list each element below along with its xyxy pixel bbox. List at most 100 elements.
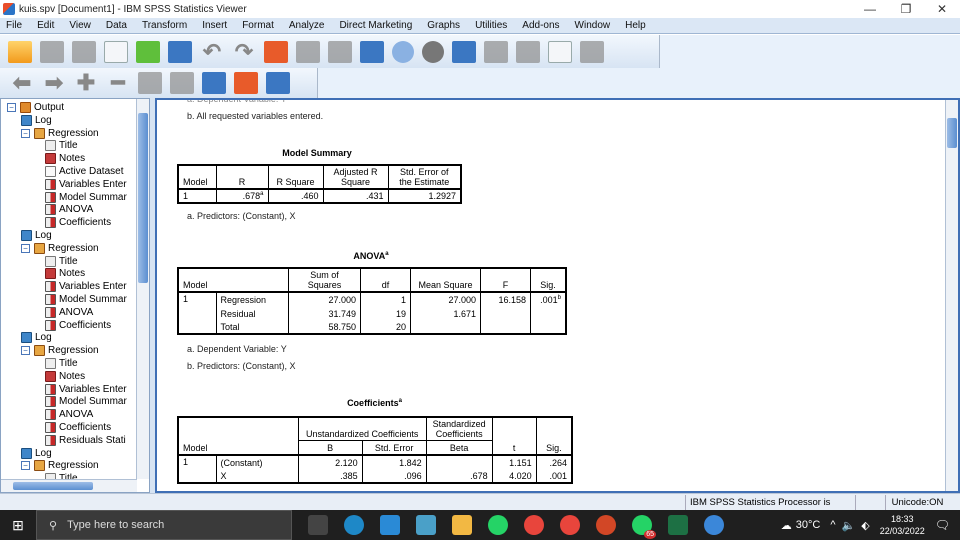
outline-item[interactable]: Variables Enter (45, 383, 127, 396)
outline-item[interactable]: ANOVA (45, 306, 93, 319)
outline-item[interactable]: ANOVA (45, 408, 93, 421)
menu-analyze[interactable]: Analyze (283, 20, 334, 31)
close-button[interactable]: ✕ (924, 0, 960, 18)
outline-item[interactable]: − Regression (21, 127, 99, 140)
scroll-thumb[interactable] (13, 482, 93, 490)
collapse-toggle-icon[interactable]: − (7, 103, 16, 112)
insert-text-icon[interactable] (266, 72, 290, 94)
notification-center-icon[interactable]: 🗨 (935, 518, 950, 532)
minimize-button[interactable]: — (852, 0, 888, 18)
outline-item[interactable]: Title (45, 357, 78, 370)
redo-icon[interactable]: ↷ (232, 40, 256, 63)
outline-item[interactable]: ANOVA (45, 203, 93, 216)
weather-temp[interactable]: 30°C (796, 519, 821, 531)
hide-icon[interactable] (170, 72, 194, 94)
outline-item[interactable]: Variables Enter (45, 280, 127, 293)
taskbar-search[interactable]: ⚲ Type here to search (36, 510, 292, 540)
content-vertical-scrollbar[interactable] (945, 100, 958, 491)
stock-app-icon[interactable] (416, 515, 436, 535)
outline-item[interactable]: Coefficients (45, 319, 111, 332)
outline-item[interactable]: Log (21, 114, 52, 127)
restore-button[interactable]: ❐ (888, 0, 924, 18)
promote-icon[interactable] (484, 40, 508, 63)
clock[interactable]: 18:33 22/03/2022 (880, 513, 925, 537)
outline-item[interactable]: Coefficients (45, 421, 111, 434)
menu-format[interactable]: Format (236, 20, 283, 31)
outline-item[interactable]: Model Summar (45, 395, 127, 408)
menu-window[interactable]: Window (569, 20, 620, 31)
spss-icon[interactable] (704, 515, 724, 535)
windows-start-icon[interactable]: ⊞ (0, 510, 36, 540)
run-script-icon[interactable] (548, 40, 572, 63)
demote-icon[interactable] (516, 40, 540, 63)
menu-add-ons[interactable]: Add-ons (516, 20, 568, 31)
outline-item[interactable]: Notes (45, 370, 85, 383)
forward-icon[interactable]: ➡ (42, 72, 66, 94)
insert-heading-icon[interactable] (202, 72, 226, 94)
save-icon[interactable] (40, 40, 64, 63)
dropbox-icon[interactable]: ⬖ (861, 519, 869, 532)
expand-icon[interactable]: ✚ (74, 72, 98, 94)
outline-vertical-scrollbar[interactable] (136, 99, 149, 479)
menu-graphs[interactable]: Graphs (421, 20, 469, 31)
collapse-toggle-icon[interactable]: − (21, 243, 30, 253)
goto-case-icon[interactable] (296, 40, 320, 63)
outline-item[interactable]: Coefficients (45, 216, 111, 229)
use-sets-icon[interactable] (392, 40, 414, 63)
scroll-thumb[interactable] (138, 113, 148, 283)
weather-icon[interactable]: ☁ (781, 519, 792, 532)
goto-data-icon[interactable] (264, 40, 288, 63)
outline-item[interactable]: Log (21, 229, 52, 242)
outline-item[interactable]: − Output (7, 101, 64, 114)
chevron-up-icon[interactable]: ^ (830, 519, 835, 531)
outline-item[interactable]: − Regression (21, 459, 99, 472)
print-icon[interactable] (72, 40, 96, 63)
task-view-icon[interactable] (308, 515, 328, 535)
outline-horizontal-scrollbar[interactable] (1, 479, 137, 492)
goto-variable-icon[interactable] (328, 40, 352, 63)
open-folder-icon[interactable] (8, 40, 32, 63)
outline-item[interactable]: − Regression (21, 242, 99, 255)
outline-item[interactable]: Log (21, 447, 52, 460)
collapse-toggle-icon[interactable]: − (21, 346, 30, 356)
menu-insert[interactable]: Insert (196, 20, 236, 31)
export-icon[interactable] (136, 40, 160, 63)
scroll-thumb[interactable] (947, 118, 957, 148)
variables-icon[interactable] (360, 40, 384, 63)
menu-transform[interactable]: Transform (136, 20, 196, 31)
hide-output-icon[interactable] (580, 40, 604, 63)
back-icon[interactable]: ⬅ (10, 72, 34, 94)
menu-direct-marketing[interactable]: Direct Marketing (333, 20, 421, 31)
outline-item[interactable]: Residuals Stati (45, 434, 126, 447)
menu-file[interactable]: File (0, 20, 31, 31)
collapse-toggle-icon[interactable]: − (21, 461, 30, 471)
undo-icon[interactable]: ↶ (200, 40, 224, 63)
menu-utilities[interactable]: Utilities (469, 20, 516, 31)
outline-item[interactable]: Log (21, 331, 52, 344)
outline-item[interactable]: Notes (45, 267, 85, 280)
excel-icon[interactable] (668, 515, 688, 535)
powerpoint-icon[interactable] (596, 515, 616, 535)
file-explorer-icon[interactable] (452, 515, 472, 535)
outline-item[interactable]: Variables Enter (45, 178, 127, 191)
outline-item[interactable]: − Regression (21, 344, 99, 357)
mail-icon[interactable] (380, 515, 400, 535)
menu-view[interactable]: View (63, 20, 100, 31)
recall-dialog-icon[interactable] (168, 40, 192, 63)
whatsapp-icon[interactable] (488, 515, 508, 535)
outline-item[interactable]: Model Summar (45, 293, 127, 306)
collapse-toggle-icon[interactable]: − (21, 128, 30, 138)
show-all-variables-icon[interactable] (422, 40, 444, 63)
print-preview-icon[interactable] (104, 40, 128, 63)
outline-item[interactable]: Notes (45, 152, 85, 165)
volume-icon[interactable]: 🔈 (842, 519, 856, 532)
edge-icon[interactable] (344, 515, 364, 535)
menu-data[interactable]: Data (100, 20, 136, 31)
outline-item[interactable]: Active Dataset (45, 165, 123, 178)
outline-item[interactable]: Model Summar (45, 191, 127, 204)
chrome-profile-icon[interactable] (560, 515, 580, 535)
collapse-icon[interactable]: ━ (106, 72, 130, 94)
outline-item[interactable]: Title (45, 255, 78, 268)
designate-window-icon[interactable] (452, 40, 476, 63)
chrome-icon[interactable] (524, 515, 544, 535)
